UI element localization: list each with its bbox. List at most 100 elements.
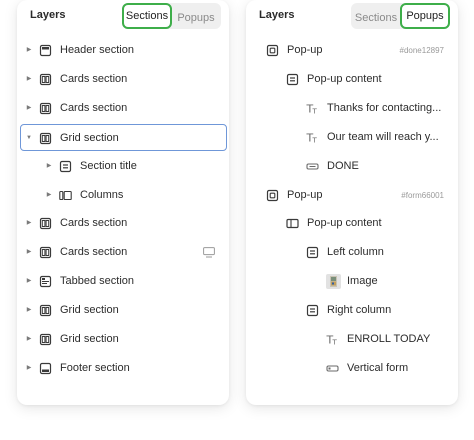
column-icon [306, 304, 319, 317]
layer-row[interactable]: Vertical form [246, 355, 458, 382]
layer-row-selected[interactable]: ▼ Grid section [20, 123, 227, 152]
layer-label: Footer section [60, 361, 130, 374]
layers-panel-popups: Layers Sections Popups Pop-up #done12897 P… [246, 0, 458, 405]
grid-section-icon [39, 132, 52, 145]
section-title-icon [59, 160, 72, 173]
panel-title: Layers [30, 9, 66, 21]
layer-row[interactable]: ▶ Cards section [17, 239, 229, 266]
cards-section-icon [39, 246, 52, 259]
layer-label: Right column [327, 304, 392, 317]
tab-popups[interactable]: Popups [400, 3, 450, 29]
layer-label: Grid section [60, 333, 119, 345]
popup-icon [266, 189, 279, 202]
layer-label: Grid section [60, 304, 119, 317]
layer-row[interactable]: Pop-up content [246, 66, 458, 93]
caret-right-icon[interactable]: ▶ [24, 210, 34, 237]
caret-right-icon[interactable]: ▶ [24, 297, 34, 324]
caret-right-icon[interactable]: ▶ [24, 66, 34, 93]
layer-label: Header section [60, 44, 134, 56]
layer-label: Tabbed section [60, 275, 134, 288]
layer-row[interactable]: Left column [246, 239, 458, 266]
footer-section-icon [39, 362, 52, 375]
layers-panel-sections: Layers Sections Popups ▶ Header section ▶ C… [17, 0, 229, 405]
svg-text:T: T [312, 107, 318, 115]
layer-row[interactable]: ▶ Footer section [17, 355, 229, 382]
layer-label: Image [347, 275, 378, 288]
panel-title: Layers [259, 9, 295, 21]
caret-right-icon[interactable]: ▶ [24, 95, 34, 122]
layer-row[interactable]: ▶ Cards section [17, 210, 229, 237]
cards-section-icon [39, 102, 52, 115]
tabbed-section-icon [39, 275, 52, 288]
layer-label: Cards section [60, 246, 128, 259]
layer-row[interactable]: ▶ Tabbed section [17, 268, 229, 295]
caret-down-icon[interactable]: ▼ [24, 125, 34, 152]
layer-label: Cards section [60, 72, 128, 85]
caret-right-icon[interactable]: ▶ [44, 153, 54, 180]
caret-right-icon[interactable]: ▶ [24, 268, 34, 295]
grid-section-icon [39, 304, 52, 317]
layer-row[interactable]: DONE [246, 153, 458, 180]
panel-header: Layers Sections Popups [17, 0, 229, 32]
tab-sections[interactable]: Sections [122, 3, 172, 29]
svg-text:T: T [312, 136, 318, 144]
cards-section-icon [39, 217, 52, 230]
caret-right-icon[interactable]: ▶ [44, 182, 54, 209]
image-thumbnail-icon [326, 274, 341, 290]
layer-row[interactable]: ▶ Cards section [17, 66, 229, 93]
columns-icon [59, 189, 72, 202]
layer-row[interactable]: ▶ Cards section [17, 95, 229, 122]
text-icon: TT [306, 102, 319, 115]
desktop-icon[interactable] [203, 247, 215, 258]
caret-right-icon[interactable]: ▶ [24, 37, 34, 64]
grid-section-icon [39, 333, 52, 346]
panel-header: Layers Sections Popups [246, 0, 458, 32]
popup-content-icon [286, 73, 299, 86]
layer-label: Pop-up content [307, 217, 382, 230]
layer-label: Pop-up [287, 188, 323, 201]
view-toggle: Sections Popups [122, 3, 221, 29]
layer-label: Section title [80, 159, 137, 172]
header-section-icon [39, 44, 52, 57]
button-icon [306, 160, 319, 173]
tab-sections[interactable]: Sections [351, 3, 401, 29]
layer-label: ENROLL TODAY [347, 333, 431, 345]
layer-row[interactable]: T T Our team will reach y... [246, 124, 458, 151]
layer-label: Pop-up [287, 44, 323, 56]
tab-popups[interactable]: Popups [171, 3, 221, 29]
layer-row[interactable]: Image [246, 268, 458, 295]
popup-icon [266, 44, 279, 57]
layer-row[interactable]: Pop-up #done12897 [246, 37, 458, 64]
layer-row[interactable]: ▶ Grid section [17, 297, 229, 324]
layer-label: Columns [80, 188, 124, 201]
caret-right-icon[interactable]: ▶ [24, 326, 34, 353]
layer-label: Cards section [60, 101, 128, 114]
cards-section-icon [39, 73, 52, 86]
svg-text:T: T [332, 339, 338, 347]
layer-label: Cards section [60, 217, 128, 230]
caret-right-icon[interactable]: ▶ [24, 239, 34, 266]
layer-id-tag: #form66001 [401, 190, 444, 200]
text-icon: TT [326, 333, 339, 347]
layer-label: DONE [327, 159, 359, 172]
columns-content-icon [286, 217, 299, 230]
layer-row[interactable]: Pop-up #form66001 [246, 182, 458, 209]
layer-label: Thanks for contacting... [327, 101, 442, 114]
layer-label: Grid section [60, 131, 119, 144]
layer-row[interactable]: Right column [246, 297, 458, 324]
layer-row[interactable]: ▶ Grid section [17, 326, 229, 353]
layer-row[interactable]: T T Thanks for contacting... [246, 95, 458, 122]
layer-row[interactable]: ▶ Header section [17, 37, 229, 64]
layer-label: Vertical form [347, 361, 409, 374]
text-icon: TT [306, 131, 319, 144]
layer-label: Our team will reach y... [327, 130, 439, 143]
view-toggle: Sections Popups [351, 3, 450, 29]
layer-row[interactable]: ▶ Columns [17, 182, 229, 209]
column-icon [306, 246, 319, 259]
layer-row[interactable]: T T ENROLL TODAY [246, 326, 458, 353]
layer-label: Left column [327, 246, 384, 259]
layer-row[interactable]: Pop-up content [246, 210, 458, 237]
layer-row[interactable]: ▶ Section title [17, 153, 229, 180]
caret-right-icon[interactable]: ▶ [24, 355, 34, 382]
layer-id-tag: #done12897 [399, 46, 445, 55]
